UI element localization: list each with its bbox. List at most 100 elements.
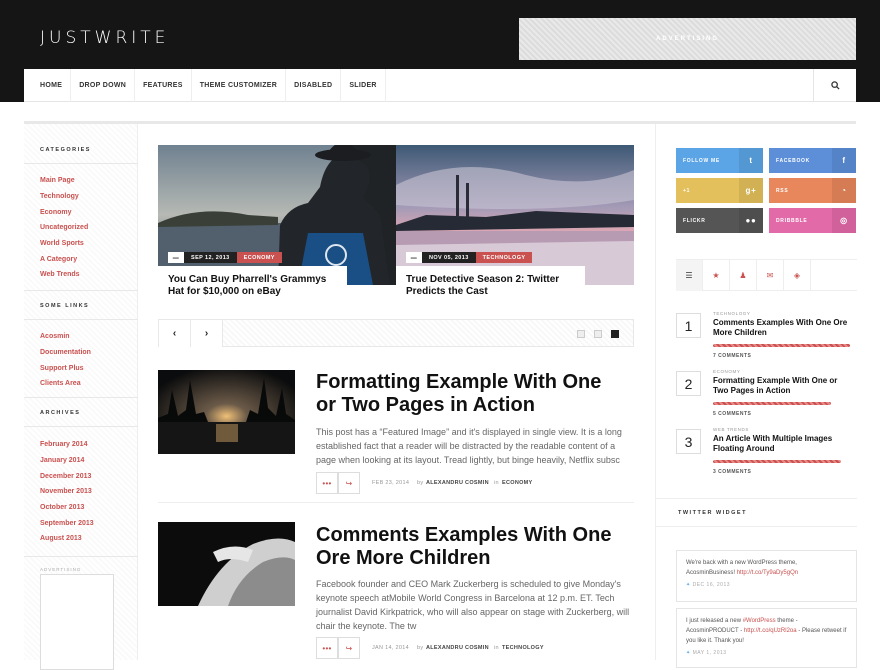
- site-logo[interactable]: JUSTWRITE: [40, 28, 169, 48]
- sidebar-ad-label: ADVERTISING: [40, 567, 82, 572]
- nav-item-theme-customizer[interactable]: THEME CUSTOMIZER: [192, 68, 287, 102]
- social-label: FLICKR: [683, 217, 706, 224]
- category-link[interactable]: Main Page: [40, 177, 75, 184]
- post-2-title[interactable]: Comments Examples With One Ore More Chil…: [316, 524, 626, 570]
- slide-1-photo: [158, 145, 396, 285]
- nav-item-home[interactable]: HOME: [24, 68, 72, 102]
- slide-1-title[interactable]: You Can Buy Pharrell's Grammys Hat for $…: [158, 266, 347, 306]
- comments-button[interactable]: •••: [316, 472, 338, 494]
- list-icon: ☰: [685, 271, 693, 280]
- post-author[interactable]: ALEXANDRU COSMIN: [426, 480, 489, 486]
- slide-2-image[interactable]: ▬ NOV 05, 2013 TECHNOLOGY: [396, 145, 634, 285]
- slider-next-button[interactable]: ›: [191, 320, 223, 347]
- sidebar-link[interactable]: Documentation: [40, 349, 91, 356]
- popular-title[interactable]: Formatting Example With One or Two Pages…: [713, 376, 853, 396]
- archive-link[interactable]: August 2013: [40, 535, 82, 542]
- share-button[interactable]: ↪: [338, 472, 360, 494]
- twitter-widget-title: TWITTER WIDGET: [678, 510, 747, 516]
- tweet-link[interactable]: http://t.co/Ty9aDy5gQn: [737, 570, 798, 576]
- popular-comments[interactable]: 5 COMMENTS: [713, 411, 751, 417]
- post-date: FEB 23, 2014: [372, 480, 410, 486]
- divider: [656, 526, 857, 527]
- header-ad-banner[interactable]: ADVERTISING: [519, 18, 856, 60]
- social-dribbble-button[interactable]: DRIBBBLE ◎: [769, 208, 856, 233]
- social-gplus-button[interactable]: +1 g+: [676, 178, 763, 203]
- popular-comments[interactable]: 7 COMMENTS: [713, 353, 751, 359]
- sidebar-link[interactable]: Support Plus: [40, 365, 84, 372]
- tab-notifications[interactable]: ♟: [730, 260, 757, 291]
- divider: [24, 163, 138, 164]
- post-category[interactable]: TECHNOLOGY: [502, 645, 544, 651]
- star-icon: ★: [712, 271, 720, 280]
- social-flickr-button[interactable]: FLICKR ●●: [676, 208, 763, 233]
- tweet-link[interactable]: http://t.co/qUzRl2oa: [744, 628, 797, 634]
- slider-dot[interactable]: [594, 330, 602, 338]
- popular-category[interactable]: ECONOMY: [713, 369, 740, 374]
- category-link[interactable]: Web Trends: [40, 271, 80, 278]
- tweet: We're back with a new WordPress theme, A…: [676, 550, 857, 602]
- popular-title[interactable]: Comments Examples With One Ore More Chil…: [713, 318, 853, 338]
- flickr-icon: ●●: [739, 208, 763, 233]
- popularity-bar: [713, 344, 850, 347]
- archive-link[interactable]: January 2014: [40, 457, 84, 464]
- popular-category[interactable]: WEB TRENDS: [713, 427, 749, 432]
- post-category[interactable]: ECONOMY: [502, 480, 533, 486]
- social-facebook-button[interactable]: FACEBOOK f: [769, 148, 856, 173]
- divider: [24, 556, 138, 557]
- search-button[interactable]: [813, 69, 856, 102]
- popular-title[interactable]: An Article With Multiple Images Floating…: [713, 434, 853, 454]
- divider: [24, 397, 138, 398]
- post-1-title[interactable]: Formatting Example With One or Two Pages…: [316, 371, 626, 417]
- tab-comments[interactable]: ✉: [757, 260, 784, 291]
- social-label: +1: [683, 187, 691, 194]
- nav-item-slider[interactable]: SLIDER: [341, 68, 386, 102]
- slide-category-badge[interactable]: TECHNOLOGY: [475, 252, 533, 263]
- post-1-meta: ••• ↪ FEB 23, 2014 by ALEXANDRU COSMIN i…: [316, 472, 634, 495]
- slider-dot[interactable]: [577, 330, 585, 338]
- category-link[interactable]: A Category: [40, 256, 77, 263]
- slide-2-title[interactable]: True Detective Season 2: Twitter Predict…: [396, 266, 585, 306]
- slide-category-badge[interactable]: ECONOMY: [236, 252, 282, 263]
- slide-date: SEP 12, 2013: [184, 252, 237, 263]
- popular-rank: 1: [676, 313, 701, 338]
- tab-tags[interactable]: ◈: [784, 260, 811, 291]
- share-button[interactable]: ↪: [338, 637, 360, 659]
- nav-item-features[interactable]: FEATURES: [135, 68, 192, 102]
- tweet-hashtag[interactable]: #WordPress: [743, 618, 776, 624]
- popular-comments[interactable]: 3 COMMENTS: [713, 469, 751, 475]
- slide-1-meta: ▬ SEP 12, 2013 ECONOMY: [168, 252, 282, 263]
- slider-controls: ‹ ›: [158, 319, 634, 347]
- popular-rank: 3: [676, 429, 701, 454]
- archive-link[interactable]: September 2013: [40, 520, 94, 527]
- nav-item-drop-down[interactable]: DROP DOWN: [71, 68, 136, 102]
- some-links-title: SOME LINKS: [40, 303, 90, 309]
- category-link[interactable]: World Sports: [40, 240, 84, 247]
- social-label: FOLLOW ME: [683, 157, 720, 164]
- category-link[interactable]: Uncategorized: [40, 224, 88, 231]
- post-author[interactable]: ALEXANDRU COSMIN: [426, 645, 489, 651]
- popular-category[interactable]: TECHNOLOGY: [713, 311, 751, 316]
- sidebar-link[interactable]: Acosmin: [40, 333, 70, 340]
- post-divider: [158, 502, 634, 503]
- slider-prev-button[interactable]: ‹: [159, 320, 191, 347]
- tab-featured[interactable]: ★: [703, 260, 730, 291]
- social-rss-button[interactable]: RSS ◔: [769, 178, 856, 203]
- archive-link[interactable]: December 2013: [40, 473, 91, 480]
- category-link[interactable]: Economy: [40, 209, 72, 216]
- slider-dot-active[interactable]: [611, 330, 619, 338]
- social-label: RSS: [776, 187, 789, 194]
- archive-link[interactable]: February 2014: [40, 441, 87, 448]
- social-follow-button[interactable]: FOLLOW ME t: [676, 148, 763, 173]
- category-link[interactable]: Technology: [40, 193, 79, 200]
- comments-button[interactable]: •••: [316, 637, 338, 659]
- post-2-photo: [158, 522, 295, 606]
- sidebar-ad-box[interactable]: [40, 574, 114, 670]
- post-2-thumbnail[interactable]: [158, 522, 295, 606]
- archive-link[interactable]: October 2013: [40, 504, 84, 511]
- archive-link[interactable]: November 2013: [40, 488, 92, 495]
- post-1-thumbnail[interactable]: [158, 370, 295, 454]
- tab-popular[interactable]: ☰: [676, 260, 703, 291]
- slide-1-image[interactable]: ▬ SEP 12, 2013 ECONOMY: [158, 145, 396, 285]
- sidebar-link[interactable]: Clients Area: [40, 380, 81, 387]
- nav-item-disabled[interactable]: DISABLED: [286, 68, 342, 102]
